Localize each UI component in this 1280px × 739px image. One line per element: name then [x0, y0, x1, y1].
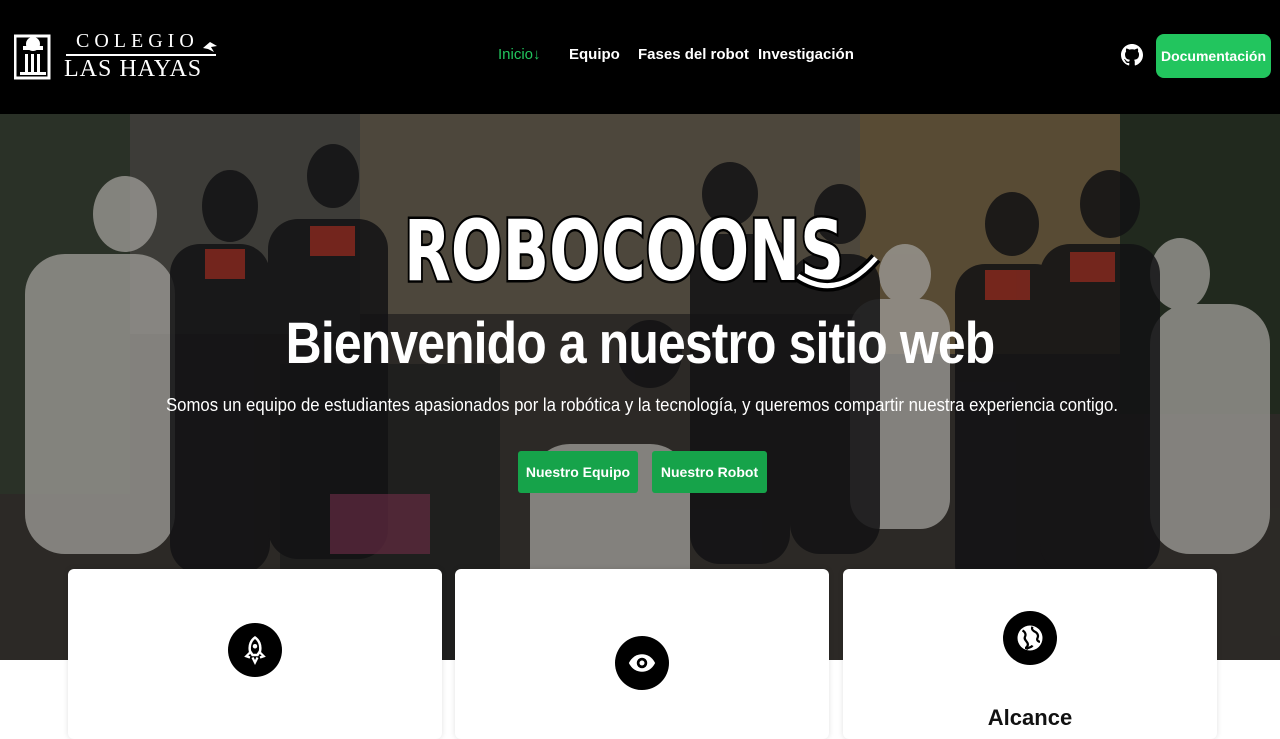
eye-glyph — [628, 654, 656, 672]
rocket-icon — [228, 623, 282, 677]
brand-logo-link[interactable]: COLEGIO LAS HAYAS — [14, 30, 220, 82]
nuestro-robot-button[interactable]: Nuestro Robot — [652, 451, 767, 493]
nav-link-inicio[interactable]: Inicio↓ — [498, 46, 541, 63]
globe-icon — [1003, 611, 1057, 665]
feature-card — [455, 569, 829, 739]
arrow-down-icon: ↓ — [533, 46, 541, 63]
eye-icon — [615, 636, 669, 690]
nav-link-equipo[interactable]: Equipo — [569, 46, 620, 63]
school-crest-icon — [14, 34, 51, 80]
nuestro-equipo-button[interactable]: Nuestro Equipo — [518, 451, 638, 493]
leaf-icon — [203, 42, 217, 52]
nav-link-investigacion[interactable]: Investigación — [758, 46, 854, 63]
nav-link-label: Inicio — [498, 46, 534, 63]
hero-subtitle: Somos un equipo de estudiantes apasionad… — [166, 395, 1118, 415]
github-logo-svg — [1121, 44, 1143, 66]
nav-link-fases-del-robot[interactable]: Fases del robot — [638, 46, 749, 63]
documentacion-button[interactable]: Documentación — [1156, 34, 1271, 78]
globe-glyph — [1017, 625, 1043, 651]
hero-title: Bienvenido a nuestro sitio web — [285, 311, 996, 376]
github-icon[interactable] — [1121, 44, 1143, 66]
brand-line2: LAS HAYAS — [64, 56, 203, 82]
card-title-alcance: Alcance — [987, 705, 1073, 730]
rocket-glyph — [244, 635, 266, 665]
navbar: COLEGIO LAS HAYAS Inicio↓ Equipo Fases d… — [0, 0, 1280, 114]
feature-card — [68, 569, 442, 739]
svg-text:ROBOCOONS: ROBOCOONS — [404, 202, 844, 300]
feature-card: Alcance — [843, 569, 1217, 739]
brand-line1: COLEGIO — [76, 30, 199, 52]
robocoons-logo: ROBOCOONS — [402, 200, 881, 303]
